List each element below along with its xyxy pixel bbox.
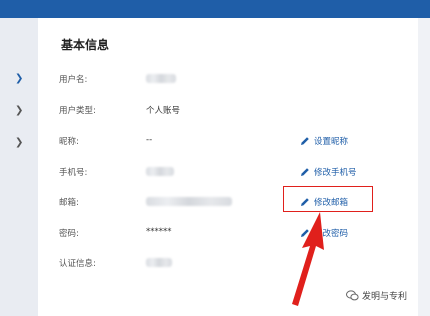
phone-value-redacted — [146, 167, 174, 176]
set-nickname-label: 设置昵称 — [314, 137, 349, 147]
change-phone-label: 修改手机号 — [314, 168, 357, 178]
verification-label: 认证信息: — [59, 259, 96, 269]
email-value-redacted — [146, 197, 232, 206]
password-value: ****** — [146, 227, 172, 237]
user-type-value: 个人账号 — [146, 106, 181, 116]
sidebar: ❯ ❯ ❯ — [0, 18, 38, 316]
top-header-bar — [0, 0, 430, 18]
watermark: 发明与专利 — [346, 289, 407, 302]
email-label: 邮箱: — [59, 198, 79, 208]
chevron-right-icon[interactable]: ❯ — [15, 106, 25, 116]
user-type-label: 用户类型: — [59, 106, 96, 116]
set-nickname-link[interactable]: 设置昵称 — [300, 135, 348, 147]
annotation-arrow — [292, 212, 324, 306]
watermark-text: 发明与专利 — [362, 292, 408, 302]
pencil-icon — [301, 168, 309, 176]
username-value-redacted — [146, 74, 176, 83]
verification-value-redacted — [146, 258, 172, 267]
phone-label: 手机号: — [59, 168, 88, 178]
basic-info-panel — [38, 18, 418, 316]
username-label: 用户名: — [59, 75, 88, 85]
wechat-icon — [346, 290, 359, 301]
password-label: 密码: — [59, 229, 79, 239]
change-phone-link[interactable]: 修改手机号 — [300, 166, 357, 178]
chevron-right-icon[interactable]: ❯ — [15, 138, 25, 148]
section-title: 基本信息 — [61, 38, 110, 52]
nickname-value: -- — [146, 135, 153, 145]
nickname-label: 昵称: — [59, 137, 79, 147]
pencil-icon — [301, 137, 309, 145]
chevron-right-icon[interactable]: ❯ — [15, 74, 25, 84]
